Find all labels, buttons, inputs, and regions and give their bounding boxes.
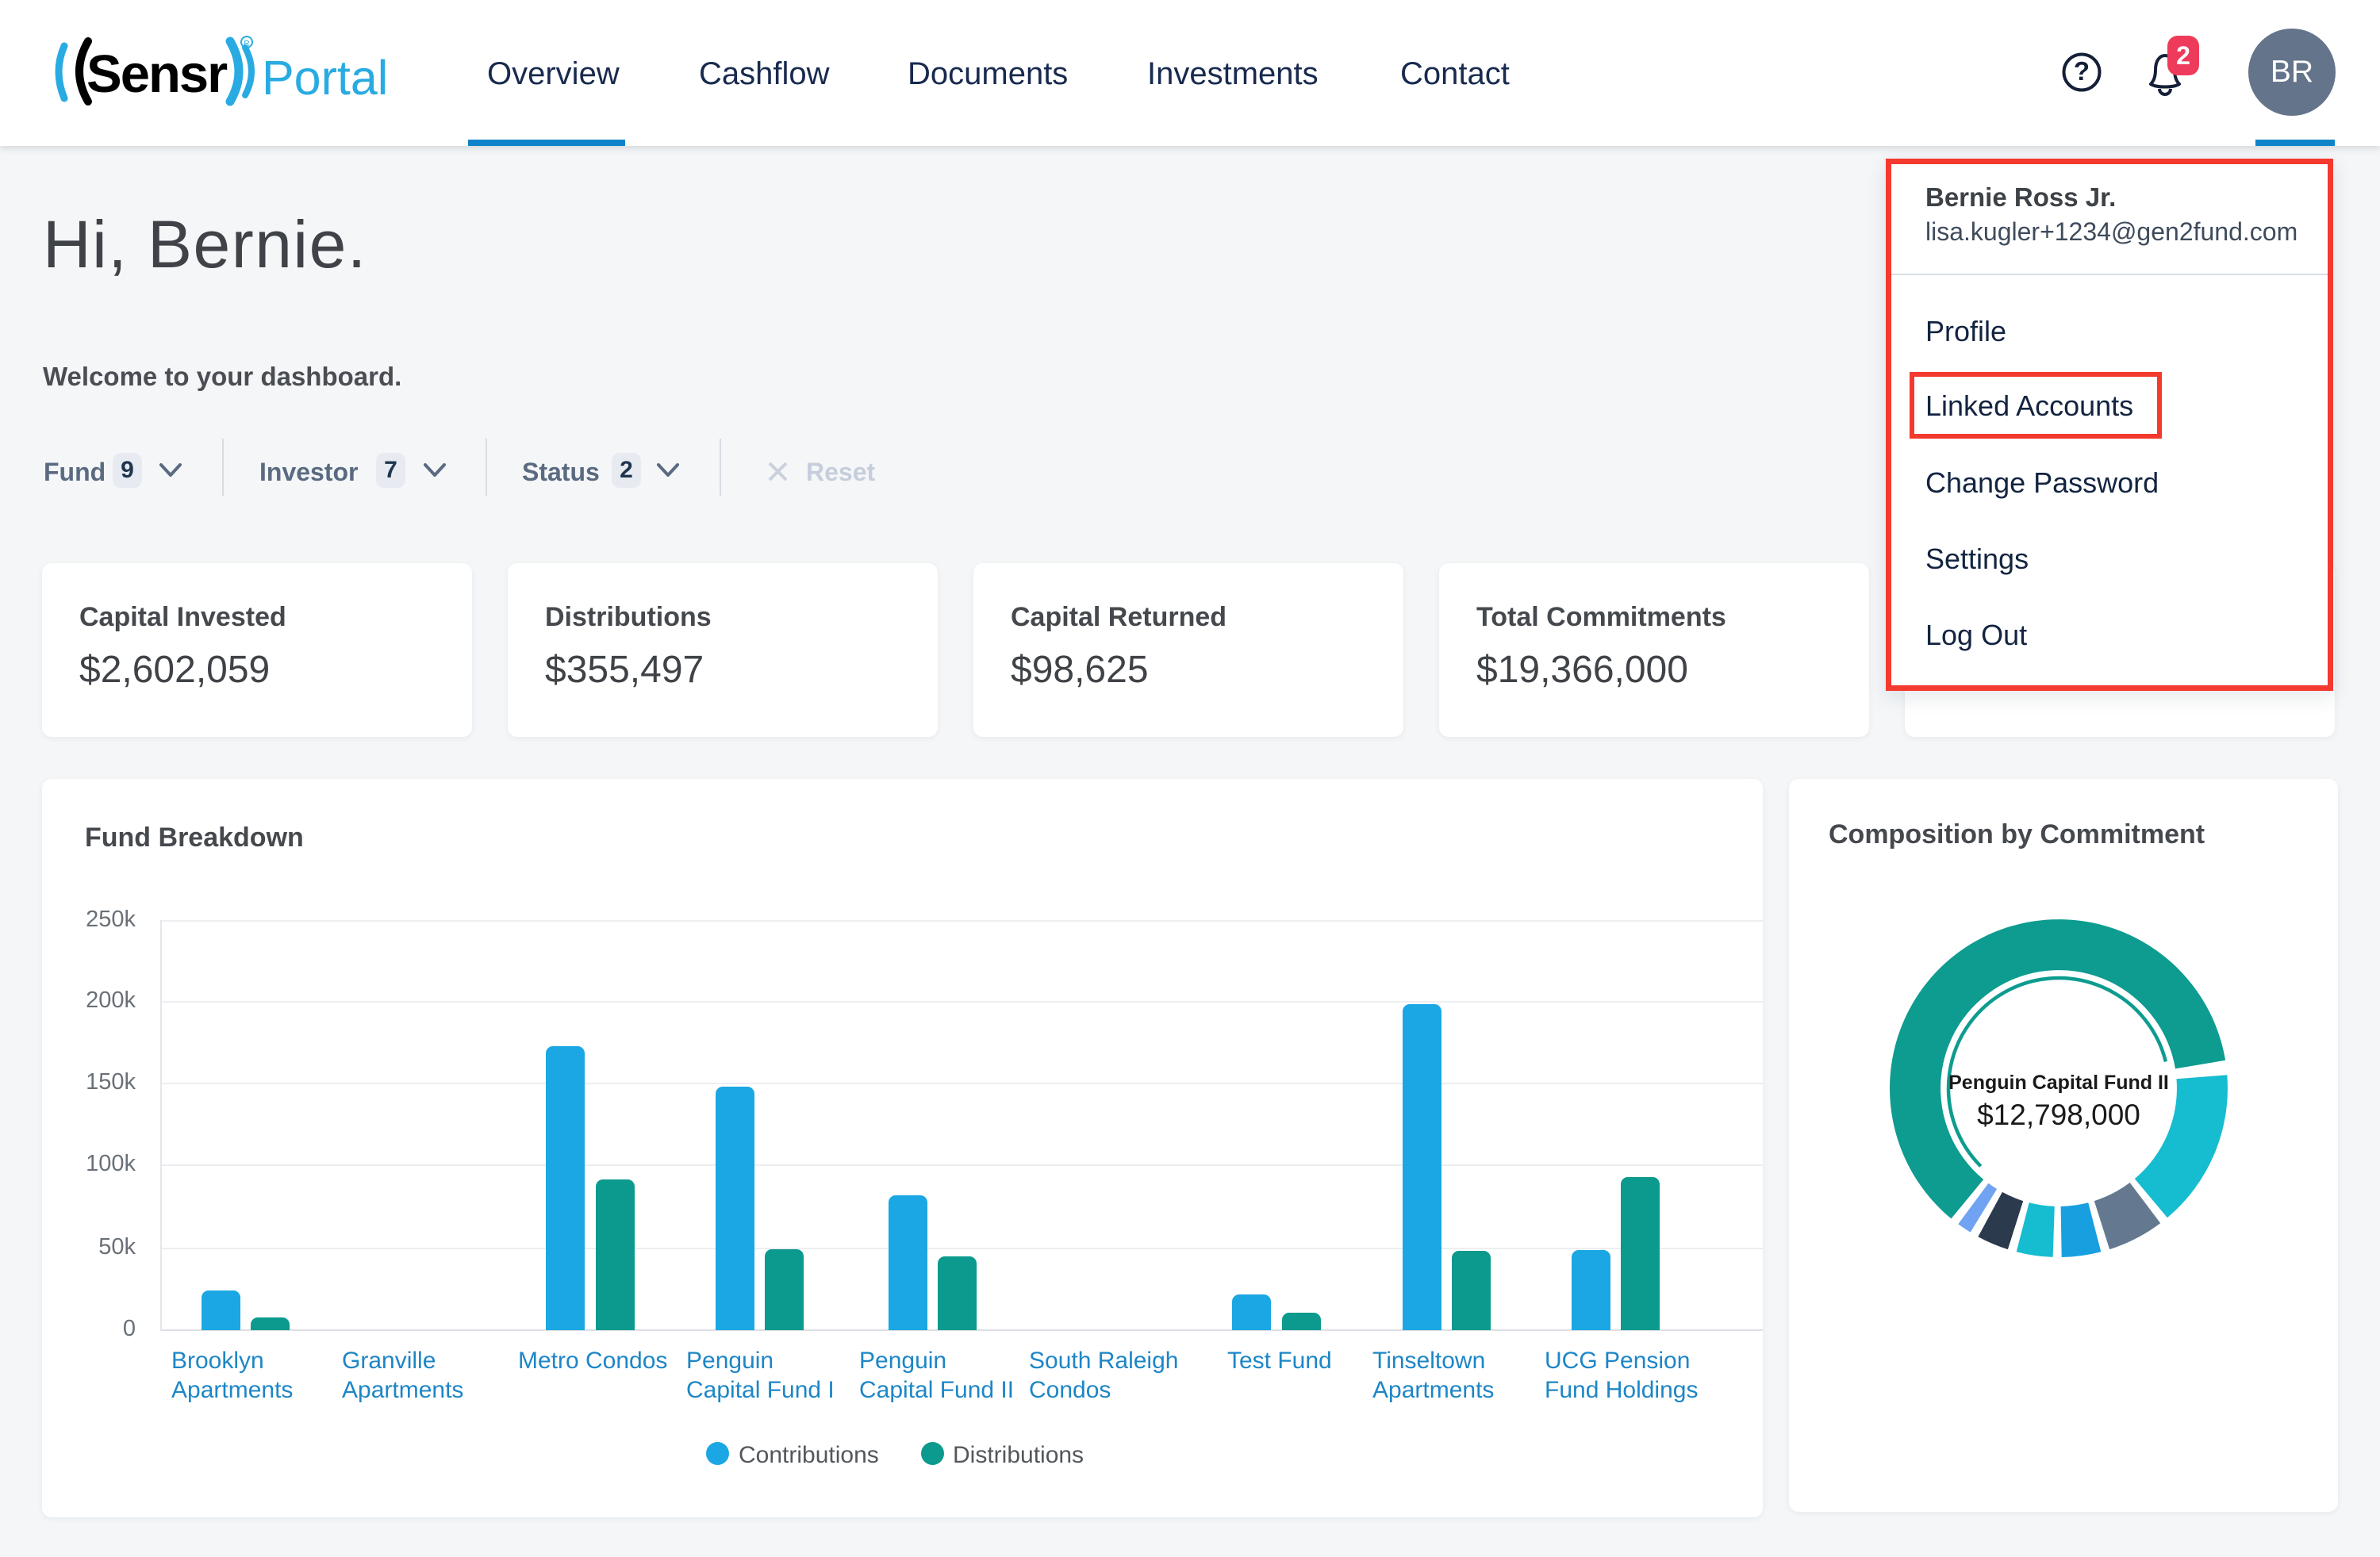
svg-text:$12,798,000: $12,798,000 — [1977, 1099, 2140, 1131]
svg-text:Penguin Capital Fund II: Penguin Capital Fund II — [1948, 1072, 2169, 1094]
svg-text:Sensr: Sensr — [86, 44, 228, 104]
svg-text:Portal: Portal — [262, 51, 388, 105]
svg-text:?: ? — [2074, 56, 2090, 86]
svg-text:R: R — [244, 40, 249, 48]
